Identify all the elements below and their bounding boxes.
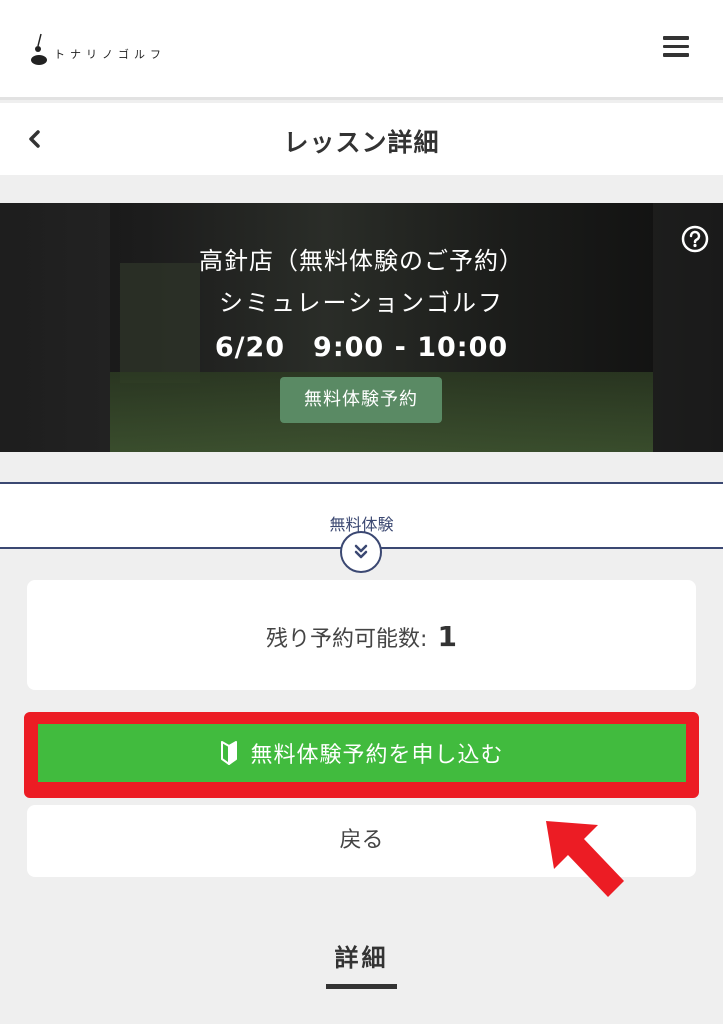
lesson-hero-banner: 高針店（無料体験のご予約） シミュレーションゴルフ 6/20 9:00 - 10… <box>0 203 723 452</box>
store-name: 高針店（無料体験のご予約） <box>199 247 524 275</box>
apply-button-label: 無料体験予約を申し込む <box>250 743 504 768</box>
availability-card: 残り予約可能数: 1 <box>27 580 696 690</box>
site-header: トナリノゴルフ <box>0 0 723 100</box>
lesson-category-badge: 無料体験予約 <box>280 377 442 423</box>
beginner-mark-icon <box>221 741 238 765</box>
details-heading: 詳細 <box>334 944 389 972</box>
title-bar: レッスン詳細 <box>0 103 723 175</box>
page-title: レッスン詳細 <box>283 128 440 157</box>
availability-text: 残り予約可能数: 1 <box>27 620 696 653</box>
availability-count: 1 <box>437 620 457 653</box>
red-annotation-arrow-icon <box>546 821 624 897</box>
lesson-type: シミュレーションゴルフ <box>218 289 505 317</box>
expand-down-icon[interactable] <box>340 531 382 573</box>
menu-icon[interactable] <box>663 36 689 60</box>
golfer-logo-icon <box>31 33 47 65</box>
help-icon[interactable] <box>681 225 709 253</box>
availability-label: 残り予約可能数: <box>266 627 428 652</box>
apply-free-trial-button[interactable]: 無料体験予約を申し込む <box>38 724 686 782</box>
logo[interactable]: トナリノゴルフ <box>28 32 166 68</box>
details-tab-indicator <box>326 984 397 989</box>
lesson-schedule: 6/20 9:00 - 10:00 <box>214 332 509 363</box>
logo-text: トナリノゴルフ <box>54 48 166 61</box>
